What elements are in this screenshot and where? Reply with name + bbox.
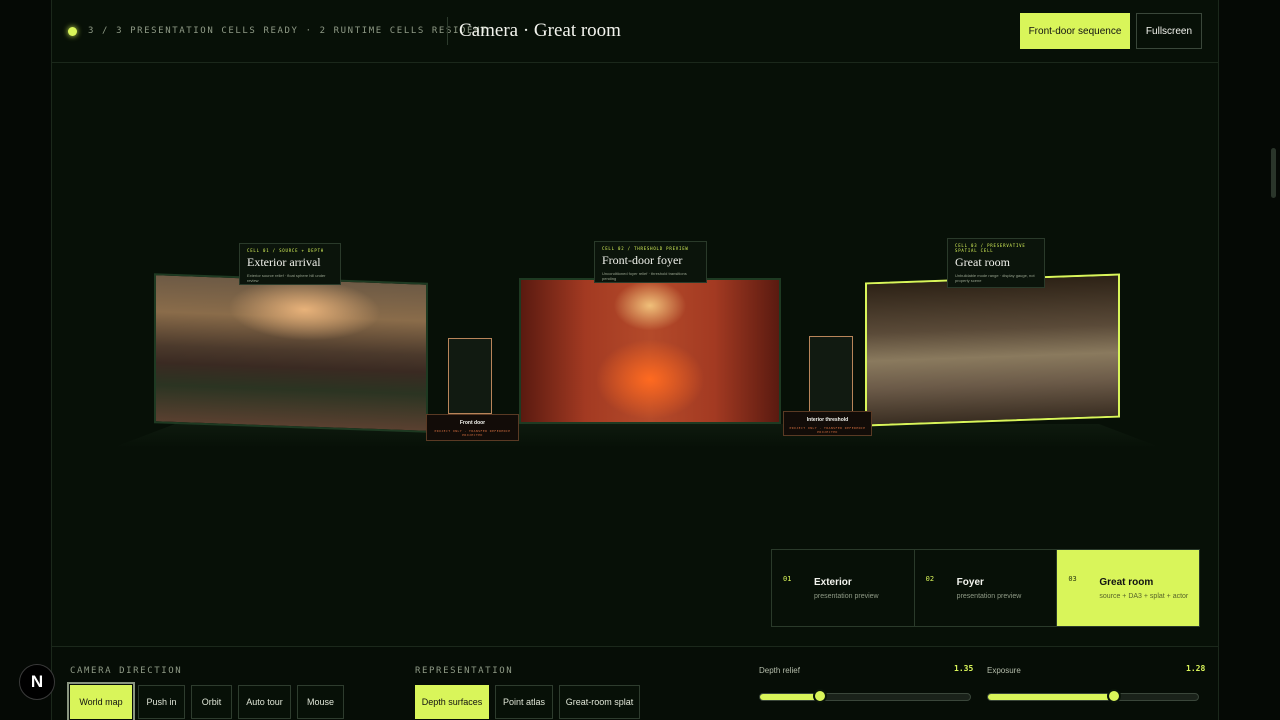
cell-tag: CELL 03 / PRESERVATIVE SPATIAL CELL (955, 243, 1026, 253)
depth-relief-value: 1.35 (954, 664, 974, 673)
depth-surfaces-button[interactable]: Depth surfaces (415, 685, 489, 719)
exposure-label: Exposure (987, 666, 1021, 675)
cell-name: Exterior arrival (247, 255, 321, 269)
depth-relief-thumb[interactable] (813, 689, 827, 703)
door-sub: PROJECT ONLY · TRANSFER REFERENCE PROJEC… (434, 429, 511, 437)
depth-relief-fill (760, 694, 819, 700)
door-title: Interior threshold (806, 417, 849, 423)
door-title: Front door (459, 420, 486, 426)
cell-tag: CELL 02 / THRESHOLD PREVIEW (602, 246, 689, 251)
auto-tour-button[interactable]: Auto tour (238, 685, 291, 719)
door-sub: PROJECT ONLY · TRANSFER REFERENCE PROJEC… (789, 426, 866, 434)
step-number: 03 (1068, 575, 1077, 583)
exposure-thumb[interactable] (1107, 689, 1121, 703)
exposure-value: 1.28 (1186, 664, 1206, 673)
foyer-interior-image (521, 280, 779, 422)
page-scrollbar[interactable] (1271, 148, 1276, 198)
step-number: 01 (783, 575, 792, 583)
status-dot-icon (68, 27, 77, 36)
world-map-button[interactable]: World map (67, 682, 135, 720)
step-sub: source + DA3 + splat + actor (1099, 593, 1189, 600)
nextjs-badge-icon[interactable]: N (19, 664, 55, 700)
cell-sub: Unconditioned foyer relief · threshold t… (602, 271, 687, 281)
interior-threshold-portal[interactable] (809, 336, 853, 412)
exterior-image-panel[interactable] (154, 273, 428, 433)
push-in-button[interactable]: Push in (138, 685, 185, 719)
app-frame: 3 / 3 PRESENTATION CELLS READY · 2 RUNTI… (51, 0, 1219, 720)
exposure-slider[interactable] (987, 693, 1199, 701)
mouse-button[interactable]: Mouse (297, 685, 344, 719)
door-label-front: Front door PROJECT ONLY · TRANSFER REFER… (426, 414, 519, 441)
step-number: 02 (925, 575, 935, 583)
status-text: 3 / 3 PRESENTATION CELLS READY · 2 RUNTI… (88, 26, 489, 36)
cell-label-foyer: CELL 02 / THRESHOLD PREVIEW Front-door f… (594, 241, 707, 283)
front-door-sequence-button[interactable]: Front-door sequence (1020, 13, 1130, 49)
front-door-portal[interactable] (448, 338, 492, 414)
sequence-steps: 01 Exterior presentation preview 02 Foye… (771, 549, 1200, 627)
representation-title: REPRESENTATION (415, 666, 514, 676)
step-sub: presentation preview (814, 593, 879, 600)
scene-floor (112, 424, 1162, 448)
foyer-image-panel[interactable] (519, 278, 781, 424)
step-foyer[interactable]: 02 Foyer presentation preview (914, 550, 1058, 626)
depth-relief-slider[interactable] (759, 693, 971, 701)
step-title: Great room (1099, 577, 1154, 588)
fullscreen-button[interactable]: Fullscreen (1136, 13, 1202, 49)
step-exterior[interactable]: 01 Exterior presentation preview (772, 550, 915, 626)
page-title: Camera · Great room (459, 20, 621, 41)
cell-name: Great room (955, 255, 1010, 269)
camera-direction-buttons: World map Push in Orbit Auto tour Mouse (67, 682, 344, 720)
great-room-interior-image (867, 275, 1118, 425)
step-title: Exterior (814, 577, 852, 588)
depth-relief-label: Depth relief (759, 666, 800, 675)
exposure-fill (988, 694, 1110, 700)
representation-buttons: Depth surfaces Point atlas Great-room sp… (415, 685, 640, 719)
controls-bar: CAMERA DIRECTION World map Push in Orbit… (52, 646, 1218, 720)
scene-stage[interactable]: CELL 01 / SOURCE + DEPTH Exterior arriva… (52, 64, 1218, 644)
cell-label-exterior: CELL 01 / SOURCE + DEPTH Exterior arriva… (239, 243, 341, 285)
cell-sub: Unbuildable mode range · display gauge, … (955, 273, 1035, 283)
header: 3 / 3 PRESENTATION CELLS READY · 2 RUNTI… (52, 0, 1218, 63)
point-atlas-button[interactable]: Point atlas (495, 685, 553, 719)
exterior-house-image (156, 275, 426, 431)
door-label-interior: Interior threshold PROJECT ONLY · TRANSF… (783, 411, 872, 436)
step-great-room[interactable]: 03 Great room source + DA3 + splat + act… (1057, 550, 1200, 626)
cell-sub: Exterior source relief · float sphere hi… (247, 273, 326, 283)
great-room-splat-button[interactable]: Great-room splat (559, 685, 640, 719)
orbit-button[interactable]: Orbit (191, 685, 232, 719)
camera-direction-title: CAMERA DIRECTION (70, 666, 183, 676)
great-room-image-panel[interactable] (865, 273, 1120, 427)
step-title: Foyer (956, 577, 984, 588)
step-sub: presentation preview (956, 593, 1022, 600)
cell-name: Front-door foyer (602, 253, 683, 267)
header-divider (447, 17, 448, 45)
cell-label-great-room: CELL 03 / PRESERVATIVE SPATIAL CELL Grea… (947, 238, 1045, 288)
cell-tag: CELL 01 / SOURCE + DEPTH (247, 248, 324, 253)
